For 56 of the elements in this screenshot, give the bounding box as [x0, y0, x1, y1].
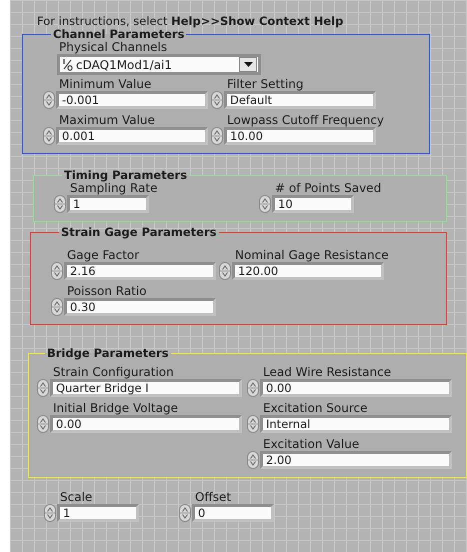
control-label: Nominal Gage Resistance: [235, 248, 389, 262]
group-title: Channel Parameters: [52, 28, 184, 40]
control-label: Excitation Value: [263, 437, 360, 451]
control-label: Poisson Ratio: [67, 284, 148, 298]
spinner-icon[interactable]: [51, 262, 63, 280]
value-field[interactable]: 2.16: [64, 262, 216, 280]
value-field[interactable]: 0.00: [50, 415, 242, 433]
spinner-icon[interactable]: [219, 262, 231, 280]
control-label: Excitation Source: [263, 401, 368, 415]
spinner-icon[interactable]: [179, 504, 191, 522]
control-label: Filter Setting: [227, 77, 304, 91]
spinner-icon[interactable]: [37, 415, 49, 433]
spinner-icon[interactable]: [44, 504, 56, 522]
spinner-icon[interactable]: [247, 415, 259, 433]
control-label: Scale: [60, 490, 94, 504]
value-field[interactable]: Default: [224, 91, 376, 109]
spinner-icon[interactable]: [43, 91, 55, 109]
control-label: # of Points Saved: [275, 181, 382, 195]
group-title: Bridge Parameters: [46, 347, 170, 359]
value-field[interactable]: 2.00: [260, 451, 452, 469]
value-field[interactable]: 0: [192, 504, 274, 522]
value-field[interactable]: Quarter Bridge I: [50, 379, 242, 397]
spinner-icon[interactable]: [211, 127, 223, 145]
control-label: Physical Channels: [59, 40, 168, 54]
value-field[interactable]: Internal: [260, 415, 452, 433]
spinner-icon[interactable]: [247, 451, 259, 469]
control-label: Strain Configuration: [53, 365, 175, 379]
group-title: Strain Gage Parameters: [60, 226, 218, 238]
io-icon: [62, 58, 73, 71]
value-field[interactable]: -0.001: [56, 91, 208, 109]
value-field[interactable]: 0.001: [56, 127, 208, 145]
help-text: For instructions, select Help>>Show Context Help: [37, 14, 344, 28]
control-label: Sampling Rate: [70, 181, 158, 195]
control-label: Offset: [195, 490, 232, 504]
value-field[interactable]: 10.00: [224, 127, 376, 145]
spinner-icon[interactable]: [54, 195, 66, 213]
spinner-icon[interactable]: [37, 379, 49, 397]
control-label: Lead Wire Resistance: [263, 365, 392, 379]
spinner-icon[interactable]: [247, 379, 259, 397]
control-label: Lowpass Cutoff Frequency: [227, 113, 384, 127]
value-field[interactable]: 0.30: [64, 298, 216, 316]
spinner-icon[interactable]: [43, 127, 55, 145]
control-label: Gage Factor: [67, 248, 140, 262]
spinner-icon[interactable]: [51, 298, 63, 316]
value-field[interactable]: 1: [57, 504, 139, 522]
group-title: Timing Parameters: [63, 169, 188, 181]
channel-dropdown[interactable]: cDAQ1Mod1/ai1: [57, 54, 261, 75]
value-field[interactable]: 120.00: [232, 262, 384, 280]
value-field[interactable]: 1: [67, 195, 149, 213]
control-label: Initial Bridge Voltage: [53, 401, 179, 415]
spinner-icon[interactable]: [211, 91, 223, 109]
value-field[interactable]: 10: [272, 195, 354, 213]
control-label: Minimum Value: [59, 77, 152, 91]
spinner-icon[interactable]: [259, 195, 271, 213]
control-label: Maximum Value: [59, 113, 156, 127]
value-field[interactable]: 0.00: [260, 379, 452, 397]
